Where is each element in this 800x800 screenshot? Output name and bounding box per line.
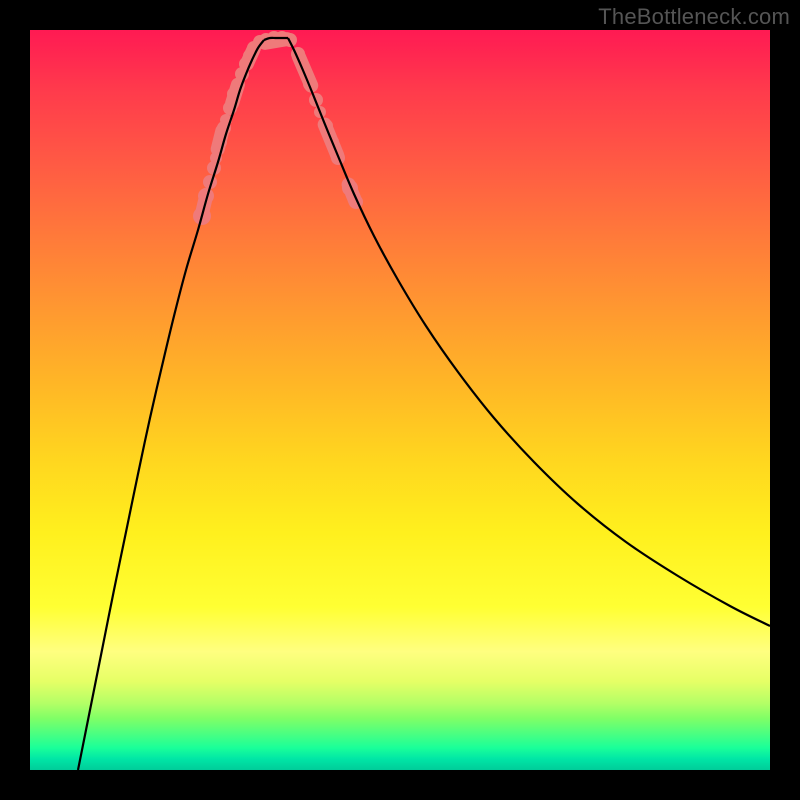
plot-area bbox=[30, 30, 770, 770]
markers-layer bbox=[193, 31, 363, 225]
watermark-text: TheBottleneck.com bbox=[598, 4, 790, 30]
chart-svg bbox=[30, 30, 770, 770]
chart-stage: TheBottleneck.com bbox=[0, 0, 800, 800]
right-curve bbox=[288, 38, 770, 626]
left-curve bbox=[78, 40, 264, 770]
